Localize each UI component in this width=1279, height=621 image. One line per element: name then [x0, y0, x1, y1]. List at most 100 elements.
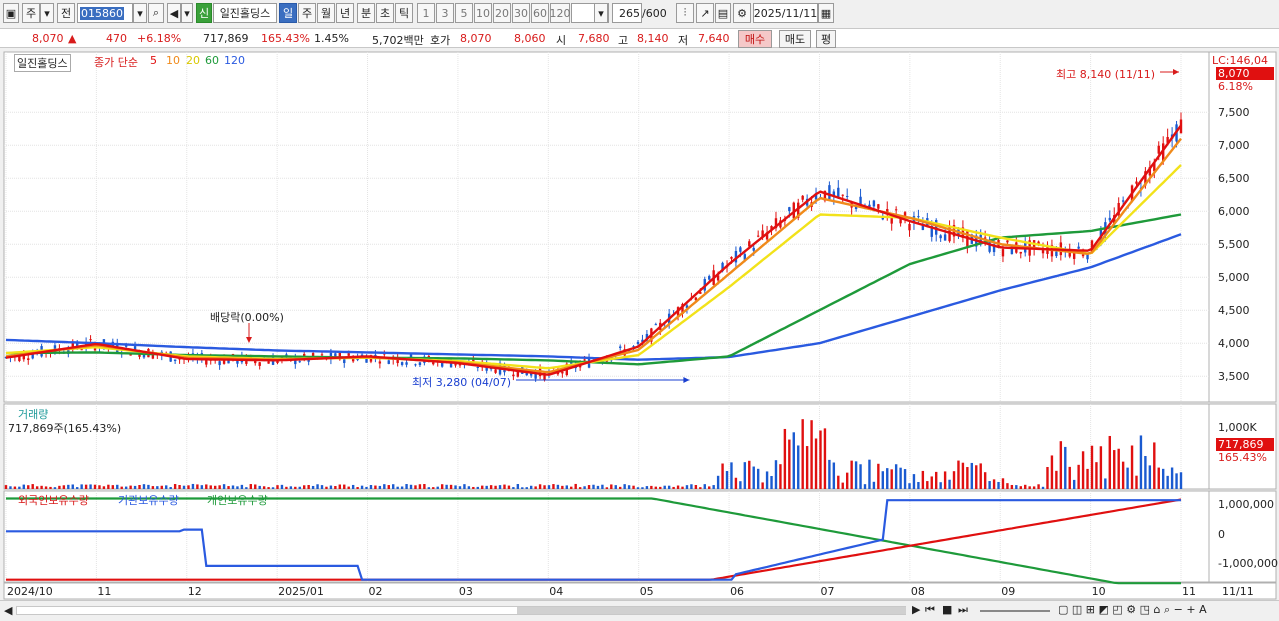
stop-icon[interactable]: ■: [942, 603, 952, 616]
volume-bar: [926, 481, 929, 489]
volume-bar: [992, 479, 996, 489]
volume-bar: [53, 487, 57, 489]
volume-bar: [1006, 483, 1009, 489]
volume-bar: [84, 484, 88, 489]
volume-bar: [405, 484, 408, 489]
x-axis-label: 11: [97, 585, 111, 598]
volume-bar: [165, 485, 168, 489]
volume-bar: [619, 486, 622, 489]
volume-bar: [427, 487, 431, 489]
candle-body: [908, 223, 911, 231]
volume-bar: [124, 486, 128, 489]
volume-bar: [27, 485, 30, 489]
volume-bar: [31, 484, 34, 489]
volume-bar: [578, 487, 582, 489]
volume-bar: [1086, 468, 1089, 489]
volume-bar: [1064, 446, 1067, 489]
candle-body: [320, 354, 324, 356]
candle-body: [418, 362, 422, 366]
volume-bar: [903, 469, 907, 489]
volume-bar: [716, 475, 720, 489]
candle-body: [939, 235, 942, 239]
volume-bar: [810, 420, 813, 489]
ma120-legend: 120: [224, 54, 245, 67]
volume-bar: [979, 463, 982, 489]
x-axis-label: 10: [1092, 585, 1106, 598]
volume-bar: [392, 484, 395, 489]
volume-bar: [512, 487, 515, 489]
volume-bar: [1117, 448, 1120, 489]
price-y-tick-label: 6,500: [1218, 172, 1250, 185]
scroll-left-icon[interactable]: ◀: [4, 604, 12, 617]
volume-bar: [213, 485, 217, 489]
volume-bar: [338, 484, 342, 489]
volume-bar: [832, 462, 836, 489]
x-axis-label: 2025/01: [278, 585, 324, 598]
volume-bar: [40, 485, 43, 489]
candle-body: [476, 366, 479, 369]
volume-bar: [458, 486, 462, 489]
candle-body: [583, 359, 586, 361]
volume-bar: [725, 471, 729, 489]
candle-body: [347, 353, 350, 356]
volume-bar: [316, 484, 319, 489]
candle-body: [636, 341, 640, 344]
volume-bar: [850, 460, 853, 489]
volume-bar: [1028, 486, 1031, 489]
volume-bar: [521, 487, 524, 489]
volume-bar: [1024, 484, 1027, 489]
volume-bar: [890, 469, 893, 489]
tool-icons[interactable]: ▢ ◫ ⊞ ◩ ◰ ⚙ ◳ ⌂ ⌕ − + A: [1058, 603, 1207, 617]
volume-bar: [467, 486, 471, 489]
foreign-legend: 외국인보유수량: [18, 494, 89, 507]
volume-bar: [320, 485, 324, 489]
volume-bar: [129, 485, 132, 489]
price-y-tick-label: 5,500: [1218, 238, 1250, 251]
volume-bar: [814, 438, 818, 489]
volume-bar: [182, 485, 186, 489]
candle-body: [205, 360, 208, 365]
zoom-slider[interactable]: [980, 610, 1050, 612]
volume-bar: [823, 428, 827, 489]
volume-bar: [801, 419, 804, 489]
volume-bar: [173, 484, 177, 489]
candle-body: [387, 360, 390, 364]
volume-bar: [543, 485, 546, 489]
price-chart[interactable]: 7,500 7,000 6,500 6,000 5,500 5,000 4,500 4,000…: [0, 0, 1279, 621]
scrollbar-track[interactable]: [16, 606, 906, 615]
volume-bar: [365, 486, 368, 489]
volume-bar: [133, 485, 137, 489]
volume-bar: [414, 485, 417, 489]
candle-body: [877, 204, 880, 209]
volume-bar: [1046, 466, 1049, 489]
volume-bar: [632, 485, 635, 489]
x-axis-label: 02: [369, 585, 383, 598]
volume-bar: [200, 485, 204, 489]
volume-bar: [547, 485, 551, 489]
volume-bar: [610, 484, 613, 489]
volume-bar: [440, 484, 444, 489]
volume-bar: [13, 486, 17, 489]
volume-bar: [142, 484, 146, 489]
ma20-legend: 20: [186, 54, 200, 67]
volume-bar: [552, 484, 555, 489]
volume-current-tag: 717,869: [1216, 438, 1274, 451]
volume-bar: [383, 484, 386, 489]
volume-bar: [160, 485, 163, 489]
price-panel-frame: [3, 51, 1210, 403]
candle-body: [267, 361, 270, 364]
volume-bar: [561, 485, 564, 489]
volume-bar: [489, 485, 493, 489]
volume-bar: [930, 476, 933, 489]
first-page-icon[interactable]: ⏮: [925, 603, 935, 617]
scrollbar-thumb[interactable]: [517, 607, 906, 614]
volume-bar: [774, 460, 778, 489]
last-page-icon[interactable]: ⏭: [958, 603, 968, 617]
volume-bar: [1072, 479, 1076, 489]
volume-bar: [35, 486, 39, 489]
volume-bar: [62, 485, 66, 489]
scroll-right-icon[interactable]: ▶: [912, 603, 920, 616]
volume-bar: [574, 483, 577, 489]
volume-bar: [1010, 484, 1014, 489]
volume-bar: [396, 486, 399, 489]
